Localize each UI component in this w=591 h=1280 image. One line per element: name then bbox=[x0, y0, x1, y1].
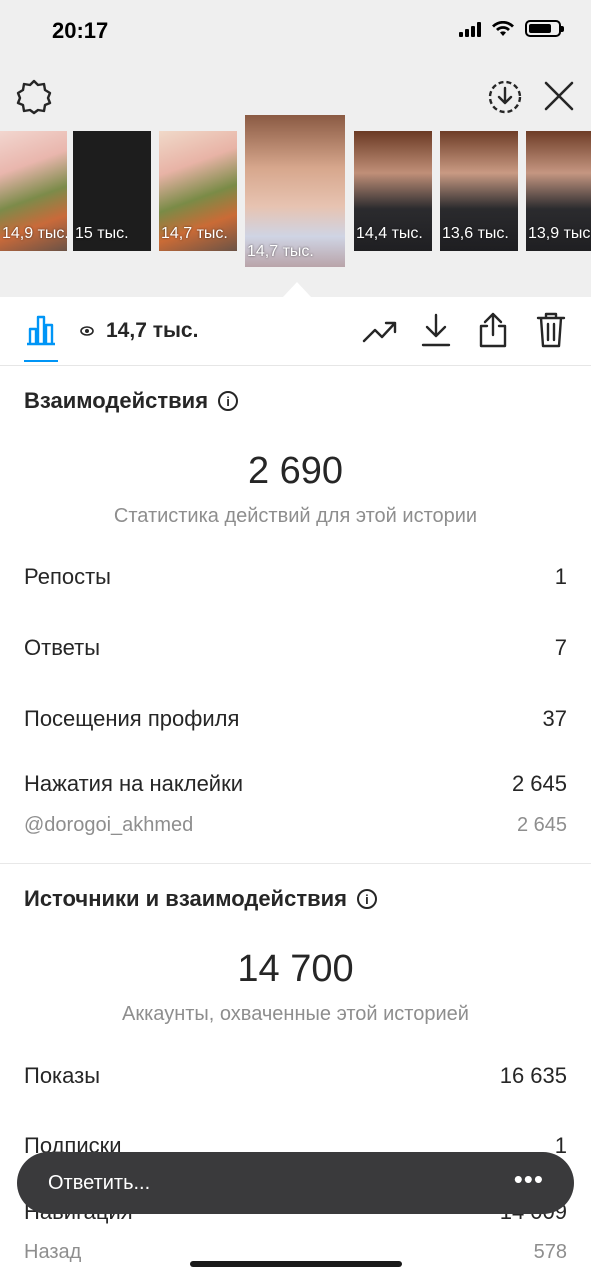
battery-icon bbox=[525, 20, 564, 37]
stat-value: 16 635 bbox=[499, 1063, 567, 1088]
sticker-mention-label: @dorogoi_akhmed bbox=[24, 814, 194, 836]
interactions-total: 2 690 bbox=[247, 450, 344, 492]
interactions-subtitle: Статистика действий для этой истории bbox=[113, 505, 478, 527]
insights-bar-chart-icon[interactable] bbox=[24, 313, 58, 347]
reply-input[interactable]: Ответить... bbox=[48, 1172, 150, 1195]
wifi-icon bbox=[492, 20, 514, 36]
stat-label: Ответы bbox=[24, 635, 101, 660]
cellular-signal-icon bbox=[459, 21, 481, 37]
story-view-count: 13,9 тыс. bbox=[528, 225, 591, 242]
stat-row-sticker-mention[interactable]: @dorogoi_akhmed 2 645 bbox=[24, 814, 567, 837]
stat-value: 7 bbox=[554, 635, 567, 660]
stat-label: Показы bbox=[24, 1063, 101, 1088]
eye-icon bbox=[80, 326, 94, 336]
story-view-count: 14,4 тыс. bbox=[356, 225, 423, 242]
story-header-area: 20:17 14,9 тыс. 15 тыс. 14,7 тыс. 14,7 т… bbox=[0, 0, 591, 297]
interactions-title-text: Взаимодействия bbox=[24, 388, 209, 413]
home-indicator[interactable] bbox=[190, 1261, 402, 1267]
share-icon[interactable] bbox=[477, 311, 509, 349]
story-thumbnail[interactable]: 13,6 тыс. bbox=[440, 131, 518, 251]
sticker-mention-value: 2 645 bbox=[516, 814, 567, 836]
download-icon[interactable] bbox=[420, 312, 452, 348]
story-view-count: 13,6 тыс. bbox=[442, 225, 509, 242]
story-thumbnail[interactable]: 15 тыс. bbox=[73, 131, 151, 251]
promote-trend-icon[interactable] bbox=[362, 317, 398, 345]
story-view-count: 15 тыс. bbox=[75, 225, 129, 242]
close-icon[interactable] bbox=[542, 79, 576, 113]
settings-gear-icon[interactable] bbox=[16, 79, 52, 115]
status-time: 20:17 bbox=[52, 18, 109, 43]
stat-row-profile-visits: Посещения профиля 37 bbox=[24, 706, 567, 732]
story-thumbnail[interactable]: 14,9 тыс. bbox=[0, 131, 67, 251]
discovery-section-title: Источники и взаимодействия i bbox=[24, 886, 377, 912]
stat-row-impressions: Показы 16 635 bbox=[24, 1063, 567, 1089]
story-thumbnail[interactable]: 14,4 тыс. bbox=[354, 131, 432, 251]
status-icons bbox=[459, 20, 564, 37]
stat-row-replies: Ответы 7 bbox=[24, 635, 567, 661]
stat-row-sticker-taps: Нажатия на наклейки 2 645 bbox=[24, 771, 567, 797]
stat-value: 1 bbox=[554, 564, 567, 589]
stat-label: Назад bbox=[24, 1241, 82, 1263]
stat-row-reposts: Репосты 1 bbox=[24, 564, 567, 590]
section-divider bbox=[0, 863, 591, 864]
story-view-count: 14,9 тыс. bbox=[2, 225, 67, 242]
story-thumbnail[interactable]: 13,9 тыс. bbox=[526, 131, 591, 251]
stat-value: 2 645 bbox=[511, 771, 567, 796]
stat-value: 578 bbox=[533, 1241, 567, 1263]
reply-bar[interactable]: Ответить... ••• bbox=[17, 1152, 574, 1214]
discovery-total: 14 700 bbox=[237, 948, 354, 990]
save-story-icon[interactable] bbox=[487, 79, 523, 115]
story-thumbnails: 14,9 тыс. 15 тыс. 14,7 тыс. 14,7 тыс. 14… bbox=[0, 115, 591, 271]
views-count: 14,7 тыс. bbox=[80, 319, 198, 343]
views-count-label: 14,7 тыс. bbox=[106, 319, 199, 342]
stat-label: Нажатия на наклейки bbox=[24, 771, 244, 796]
story-view-count: 14,7 тыс. bbox=[247, 243, 314, 260]
stat-value: 37 bbox=[542, 706, 567, 731]
delete-trash-icon[interactable] bbox=[535, 311, 567, 349]
info-icon[interactable]: i bbox=[356, 889, 377, 909]
story-thumbnail[interactable]: 14,7 тыс. bbox=[159, 131, 237, 251]
more-options-icon[interactable]: ••• bbox=[514, 1164, 544, 1195]
interactions-section-title: Взаимодействия i bbox=[24, 388, 239, 414]
stat-label: Репосты bbox=[24, 564, 111, 589]
info-icon[interactable]: i bbox=[218, 391, 239, 411]
stat-label: Посещения профиля bbox=[24, 706, 240, 731]
story-view-count: 14,7 тыс. bbox=[161, 225, 228, 242]
discovery-subtitle: Аккаунты, охваченные этой историей bbox=[122, 1003, 469, 1025]
active-tab-indicator bbox=[24, 360, 58, 362]
discovery-title-text: Источники и взаимодействия bbox=[24, 886, 347, 911]
insights-toolbar: 14,7 тыс. bbox=[0, 297, 591, 366]
story-thumbnail-selected[interactable]: 14,7 тыс. bbox=[245, 115, 345, 267]
selected-story-pointer bbox=[283, 282, 311, 297]
